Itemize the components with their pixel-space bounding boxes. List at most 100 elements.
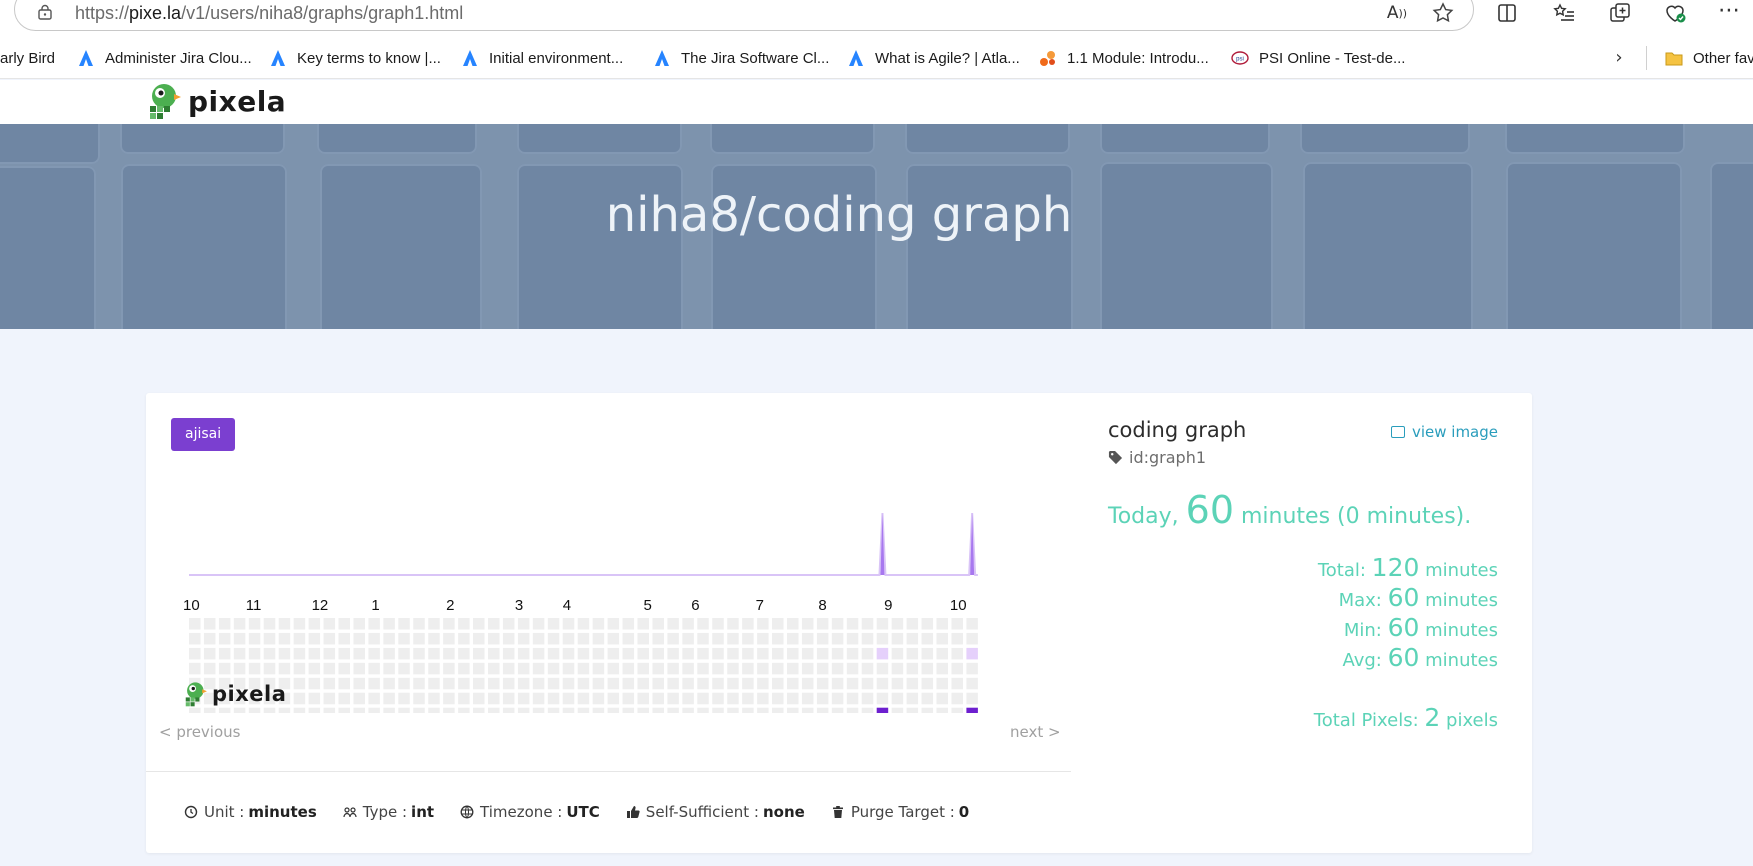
pixel-cell [428, 692, 440, 705]
graph-logo-text: pixela [212, 682, 287, 706]
pixel-cell [532, 632, 545, 645]
pixel-cell [562, 677, 575, 690]
pixel-cell [458, 677, 470, 690]
meta-self-sufficient-label: Self-Sufficient : [645, 803, 759, 821]
pixela-logo[interactable]: pixela [146, 82, 286, 120]
pixel-cell [293, 677, 306, 690]
pixel-cell [831, 632, 844, 645]
pixel-cell [189, 632, 201, 645]
favorite-star-icon[interactable] [1431, 1, 1455, 25]
pixel-cell [966, 632, 978, 645]
pixel-cell [263, 647, 276, 660]
browser-essentials-icon[interactable] [1663, 1, 1687, 25]
theme-badge[interactable]: ajisai [171, 418, 236, 451]
favorite-item[interactable]: The Jira Software Cl... [653, 47, 829, 69]
month-labels: 10 11 12 1 2 3 4 5 6 7 8 9 10 [183, 597, 967, 614]
pixel-cell [398, 618, 410, 630]
pixel-cell [592, 677, 605, 690]
pixel-cell [742, 677, 754, 690]
previous-link[interactable]: < previous [159, 723, 240, 741]
favorite-item[interactable]: arly Bird [0, 47, 55, 69]
pixel-cell [428, 677, 440, 690]
stat-total-value: 120 [1371, 553, 1420, 582]
pixel-cell [592, 707, 605, 713]
next-link[interactable]: next > [1010, 723, 1061, 741]
favorite-label: arly Bird [0, 49, 56, 67]
pixel-cell [816, 632, 829, 645]
pixel-cell [891, 662, 904, 675]
month-label: 10 [950, 597, 967, 614]
favorite-label: Other fav [1693, 49, 1753, 67]
pixel-cell [921, 692, 934, 705]
pixel-cell [218, 647, 231, 660]
pixel-cell [293, 618, 306, 630]
favorites-separator [1646, 46, 1647, 70]
pixel-cell [652, 618, 664, 630]
pixel-cell [936, 647, 948, 660]
pixel-cell [682, 632, 694, 645]
favorite-item[interactable]: 1.1 Module: Introdu... [1039, 47, 1209, 69]
pixel-cell [697, 692, 709, 705]
pixel-cell [428, 632, 440, 645]
pixel-cell [592, 662, 605, 675]
pixel-cell [562, 632, 575, 645]
pixel-cell [248, 707, 261, 713]
pixel-cell [936, 692, 948, 705]
view-image-link[interactable]: view image [1390, 423, 1498, 441]
pixel-cell [353, 677, 365, 690]
pixel-cell [682, 677, 694, 690]
pixel-cell [218, 618, 231, 630]
pixel-cell [458, 632, 470, 645]
pixel-cell [308, 662, 321, 675]
meta-timezone-label: Timezone : [480, 803, 563, 821]
pixel-cell [876, 618, 889, 630]
stat-pixels-unit: pixels [1446, 710, 1498, 731]
logo-text: pixela [188, 84, 287, 118]
url-box[interactable]: https://pixe.la/v1/users/niha8/graphs/gr… [14, 0, 1474, 31]
pixel-cell [547, 618, 560, 630]
pixel-cell [876, 662, 889, 675]
pixel-graph-chart: 10111212345678910 0+ [183, 512, 978, 713]
chevron-right-icon[interactable]: › [1607, 45, 1631, 69]
pixel-cell [936, 677, 948, 690]
pixel-cell [338, 618, 350, 630]
today-value: 60 [1185, 488, 1234, 532]
split-screen-icon[interactable] [1495, 1, 1519, 25]
today-separator: , [1171, 504, 1179, 529]
pixel-cell [742, 662, 754, 675]
url-path: /v1/users/niha8/graphs/graph1.html [181, 3, 464, 23]
meta-unit-value: minutes [248, 803, 317, 821]
pixel-cell [936, 662, 948, 675]
pixel-cell [727, 692, 739, 705]
favorite-item[interactable]: Key terms to know |... [269, 47, 441, 69]
favorite-folder[interactable]: Other fav [1665, 47, 1753, 69]
collections-icon[interactable] [1608, 1, 1632, 25]
pixel-cell [428, 662, 440, 675]
favorites-list-icon[interactable] [1552, 1, 1576, 25]
pixel-cell [757, 707, 769, 713]
pixel-cell [936, 632, 948, 645]
favorite-item[interactable]: What is Agile? | Atla... [847, 47, 1020, 69]
pixel-cell [517, 692, 530, 705]
pixel-cell [338, 692, 350, 705]
pixel-cell [906, 677, 919, 690]
stat-total: Total: 120 minutes [1318, 553, 1498, 582]
atlassian-icon [463, 50, 477, 66]
pixel-cell [278, 662, 291, 675]
pixel-cell [562, 692, 575, 705]
read-aloud-icon[interactable]: A)) [1385, 1, 1409, 25]
stat-avg-label: Avg: [1342, 650, 1382, 671]
more-options-icon[interactable]: ⋯ [1717, 0, 1741, 23]
pixel-cell [816, 677, 829, 690]
favorite-item[interactable]: Initial environment... [461, 47, 623, 69]
favorite-item[interactable]: Administer Jira Clou... [77, 47, 252, 69]
url-text[interactable]: https://pixe.la/v1/users/niha8/graphs/gr… [75, 3, 463, 24]
pixel-cell [697, 662, 709, 675]
pixel-cell [951, 647, 963, 660]
pixel-cell [861, 677, 874, 690]
favorite-item[interactable]: psi PSI Online - Test-de... [1231, 47, 1405, 69]
pixel-cell [921, 618, 934, 630]
pixel-cell [801, 632, 814, 645]
pixel-cell [772, 647, 784, 660]
month-label: 3 [515, 597, 523, 614]
